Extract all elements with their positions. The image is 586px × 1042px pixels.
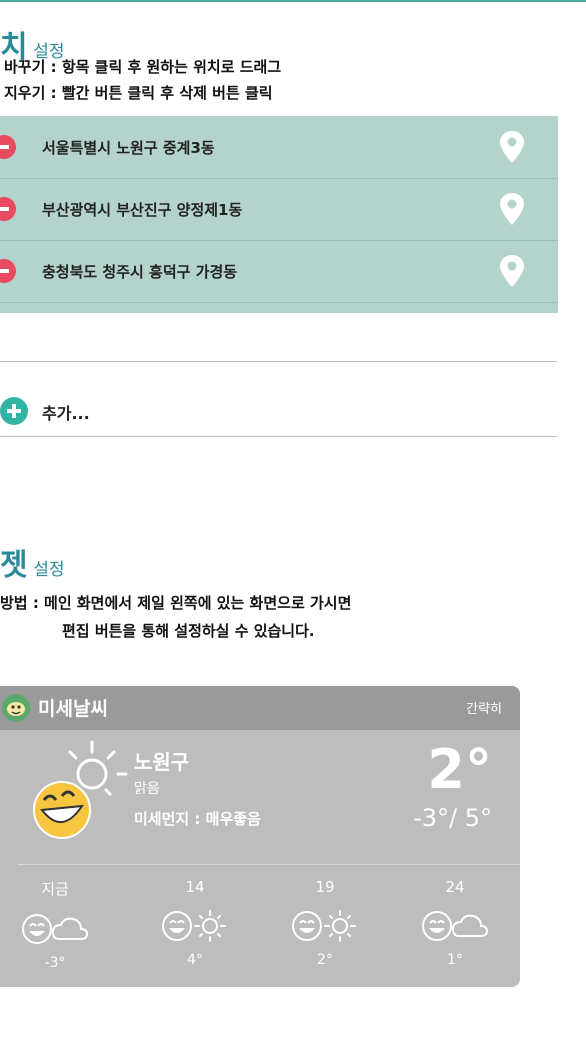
remove-icon[interactable] [0, 135, 16, 159]
widget-header: 미세날씨 간략히 [0, 686, 520, 730]
weather-widget-preview[interactable]: 미세날씨 간략히 노원구 맑음 미세먼지 : 매우좋음 2° -3°/ 5° 지… [0, 686, 520, 987]
app-logo-icon [2, 694, 30, 722]
forecast-item: 24 1° [410, 878, 500, 968]
widget-settings-title: 젯 설정 [0, 540, 64, 584]
temp-range: -3°/ 5° [413, 804, 492, 832]
smile-sun-icon [162, 910, 226, 942]
app-name: 미세날씨 [38, 698, 108, 720]
forecast-item: 19 2° [280, 878, 370, 968]
widget-title-big: 젯 [0, 548, 28, 583]
add-icon[interactable] [0, 397, 28, 425]
widget-help-1: 방법 : 메인 화면에서 제일 왼쪽에 있는 화면으로 가시면 [0, 594, 352, 612]
forecast-time: 14 [185, 878, 205, 896]
map-pin-icon[interactable] [498, 192, 526, 226]
current-temp: 2° [427, 738, 492, 801]
divider [0, 361, 557, 362]
smile-cloud-icon [22, 914, 89, 944]
top-divider [0, 0, 586, 2]
forecast-item: 지금 -3° [10, 878, 100, 971]
location-name: 서울특별시 노원구 중계3동 [42, 139, 215, 157]
forecast-icons [410, 906, 500, 946]
remove-icon[interactable] [0, 259, 16, 283]
help-delete: 지우기 : 빨간 버튼 클릭 후 삭제 버튼 클릭 [4, 84, 273, 102]
location-item[interactable]: 충청북도 청주시 흥덕구 가경동 [0, 240, 558, 303]
location-item[interactable]: 서울특별시 노원구 중계3동 [0, 116, 558, 179]
city-name: 노원구 [134, 750, 190, 774]
forecast-icons [10, 909, 100, 949]
forecast-time: 지금 [41, 880, 69, 898]
forecast-icons [150, 906, 240, 946]
forecast-temp: -3° [44, 955, 66, 971]
location-help: 바꾸기 : 항목 클릭 후 원하는 위치로 드래그 지우기 : 빨간 버튼 클릭… [4, 54, 281, 106]
add-location-button[interactable]: 추가... [42, 400, 90, 424]
weather-condition: 맑음 [134, 781, 160, 797]
forecast-icons [280, 906, 370, 946]
help-reorder: 바꾸기 : 항목 클릭 후 원하는 위치로 드래그 [4, 58, 282, 76]
widget-help-2: 편집 버튼을 통해 설정하실 수 있습니다. [62, 622, 315, 640]
divider [0, 436, 557, 437]
remove-icon[interactable] [0, 197, 16, 221]
map-pin-icon[interactable] [498, 130, 526, 164]
smile-sun-icon [292, 910, 356, 942]
smile-cloud-icon [422, 911, 489, 941]
forecast-temp: 4° [187, 952, 203, 968]
forecast-time: 19 [315, 878, 335, 896]
forecast-time: 24 [445, 878, 465, 896]
simple-mode-toggle[interactable]: 간략히 [466, 698, 502, 717]
map-pin-icon[interactable] [498, 254, 526, 288]
location-list: 서울특별시 노원구 중계3동 부산광역시 부산진구 양정제1동 충청북도 청주시… [0, 116, 558, 313]
forecast-temp: 2° [317, 952, 333, 968]
forecast-item: 14 4° [150, 878, 240, 968]
widget-divider [18, 864, 520, 865]
widget-title-small: 설정 [33, 560, 65, 580]
location-item[interactable]: 부산광역시 부산진구 양정제1동 [0, 178, 558, 241]
dust-level: 미세먼지 : 매우좋음 [134, 810, 261, 828]
forecast-temp: 1° [447, 952, 463, 968]
sun-face-icon [33, 740, 128, 839]
location-name: 충청북도 청주시 흥덕구 가경동 [42, 263, 238, 281]
location-name: 부산광역시 부산진구 양정제1동 [42, 201, 243, 219]
